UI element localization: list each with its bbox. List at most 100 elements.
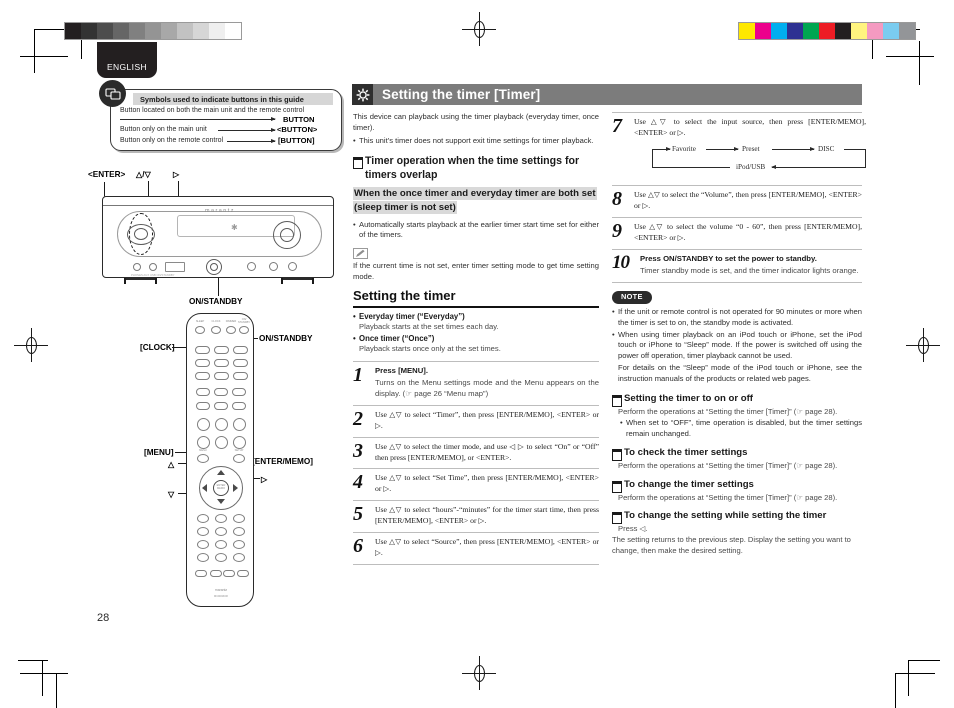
remote-key-num-2 xyxy=(215,514,227,523)
step-instruction-1: Press [MENU]. xyxy=(375,365,428,375)
step-note-10: Timer standby mode is set, and the timer… xyxy=(640,265,859,275)
step-number-4: 4 xyxy=(353,471,363,494)
grayscale-swatch-4 xyxy=(129,23,145,39)
note-extra: For details on the “Sleep” mode of the i… xyxy=(618,362,862,383)
step-2: 2 Use △▽ to select “Timer”, then press [E… xyxy=(353,404,599,437)
definition-once-desc: Playback starts once only at the set tim… xyxy=(359,344,501,354)
timer-gear-icon xyxy=(352,84,373,105)
remote-key-dimmer xyxy=(226,326,236,334)
remote-label-setup: SETUP xyxy=(234,449,244,452)
step-4: 4 Use △▽ to select “Set Time”, then press… xyxy=(353,468,599,500)
step-1: 1 Press [MENU]. Turns on the Menu settings… xyxy=(353,360,599,405)
symbols-title: Symbols used to indicate buttons in this… xyxy=(133,93,333,105)
step-5: 5 Use △▽ to select “hours”-“minutes” for … xyxy=(353,500,599,532)
main-unit-illustration: marantz ✱ PHONES AUX USB ON/STANDBY xyxy=(97,190,340,295)
usb-port xyxy=(165,262,185,272)
remote-key-tuner xyxy=(195,346,210,354)
remote-key-playpause xyxy=(214,388,228,396)
main-unit-foot-l2 xyxy=(155,278,157,284)
label-clock-remote: [CLOCK] xyxy=(140,343,175,352)
definition-once-term: Once timer (“Once”) xyxy=(353,333,599,344)
step-6: 6 Use △▽ to select “Source”, then press [… xyxy=(353,532,599,566)
color-swatch-3 xyxy=(787,23,803,39)
step-number-1: 1 xyxy=(353,363,363,386)
remote-key-tuned xyxy=(195,372,210,380)
grayscale-swatch-3 xyxy=(113,23,129,39)
remote-model: RC003CR xyxy=(214,594,228,598)
step-8: 8 Use △▽ to select the “Volume”, then pre… xyxy=(612,184,862,217)
step-number-8: 8 xyxy=(612,187,622,210)
label-up-remote: △ xyxy=(168,460,175,469)
main-unit-foot-r2 xyxy=(312,278,314,284)
flow-arrow-2-3 xyxy=(772,146,815,151)
subsection-2-body: Perform the operations at “Setting the t… xyxy=(618,492,838,502)
step-text-3: Use △▽ to select the timer mode, and use… xyxy=(375,442,599,464)
front-button-1 xyxy=(133,263,141,271)
subsection-1-heading: To check the timer settings xyxy=(612,447,862,461)
definition-everyday-desc: Playback starts at the set times each da… xyxy=(359,322,499,332)
remote-key-stop xyxy=(214,402,228,410)
remote-key-plus10 xyxy=(197,553,209,562)
overlap-subheading-wrap: When the once timer and everyday timer a… xyxy=(353,186,599,215)
step-number-9: 9 xyxy=(612,219,622,242)
front-button-4 xyxy=(269,262,278,271)
front-button-2 xyxy=(149,263,157,271)
definition-once: Once timer (“Once”) Playback starts once… xyxy=(353,333,599,355)
crop-mark-bl-h2 xyxy=(18,660,48,661)
symbols-arrow-2 xyxy=(227,138,276,143)
flow-arrow-1-2 xyxy=(706,146,739,151)
remote-key-ff xyxy=(232,402,246,410)
color-swatch-4 xyxy=(803,23,819,39)
label-right-main-unit: ▷ xyxy=(173,170,180,179)
grayscale-swatch-2 xyxy=(97,23,113,39)
remote-key-num-1 xyxy=(197,514,209,523)
remote-key-playlist xyxy=(214,359,229,367)
symbols-arrow-1 xyxy=(218,127,276,132)
crop-mark-br-v2 xyxy=(895,673,896,708)
step-note-1: Turns on the Menu settings mode and the … xyxy=(375,377,599,398)
remote-key-clear xyxy=(233,553,245,562)
symbols-row-label-2: Button only on the remote control xyxy=(120,137,224,144)
step-text-2: Use △▽ to select “Timer”, then press [EN… xyxy=(375,410,599,432)
subsection-2-heading: To change the timer settings xyxy=(612,479,862,493)
step-text-6: Use △▽ to select “Source”, then press [E… xyxy=(375,537,599,559)
overlap-heading: Timer operation when the time settings f… xyxy=(353,155,599,181)
flow-arrow-0-1 xyxy=(652,146,671,151)
note-badge: NOTE xyxy=(612,290,652,305)
grayscale-swatch-10 xyxy=(225,23,241,39)
remote-key-num-9 xyxy=(233,540,245,549)
symbols-key-0: BUTTON xyxy=(283,115,315,124)
language-tab-label: ENGLISH xyxy=(106,62,148,72)
subsection-3-body: Press ◁. xyxy=(618,524,648,534)
color-swatch-1 xyxy=(755,23,771,39)
remote-key-sleep xyxy=(195,326,205,334)
flow-line-bottom-left xyxy=(652,166,730,168)
step-instruction-8: Use △▽ to select the “Volume”, then pres… xyxy=(634,189,862,210)
step-number-2: 2 xyxy=(353,407,363,430)
remote-key-num-4 xyxy=(197,527,209,536)
color-swatch-0 xyxy=(739,23,755,39)
subsection-0-body: Perform the operations at “Setting the t… xyxy=(618,407,838,417)
step-number-10: 10 xyxy=(612,251,630,273)
enter-knob-inner xyxy=(134,228,148,240)
crop-mark-bl-v2 xyxy=(56,673,57,708)
crop-mark-br-h2 xyxy=(908,660,940,661)
front-panel-microtext: PHONES AUX USB ON/STANDBY xyxy=(131,273,175,277)
crop-mark-br-v xyxy=(908,660,909,696)
grayscale-swatch-6 xyxy=(161,23,177,39)
language-tab: ENGLISH xyxy=(97,42,157,78)
step-instruction-7: Use △▽ to select the input source, then … xyxy=(634,117,866,137)
flow-item-0: Favorite xyxy=(670,143,698,155)
step-instruction-3: Use △▽ to select the timer mode, and use… xyxy=(375,441,599,462)
remote-key-next xyxy=(232,388,246,396)
main-unit-brand: marantz xyxy=(205,208,235,214)
label-enter-main-unit: <ENTER> xyxy=(88,170,126,179)
remote-key-menu xyxy=(197,454,209,463)
grayscale-swatch-1 xyxy=(81,23,97,39)
front-button-5 xyxy=(288,262,297,271)
main-unit-body: marantz ✱ PHONES AUX USB ON/STANDBY xyxy=(102,196,334,278)
color-swatch-2 xyxy=(771,23,787,39)
registration-target-bottom xyxy=(462,656,496,690)
page-number: 28 xyxy=(97,612,110,624)
crop-mark-tr-h2 xyxy=(886,56,934,57)
